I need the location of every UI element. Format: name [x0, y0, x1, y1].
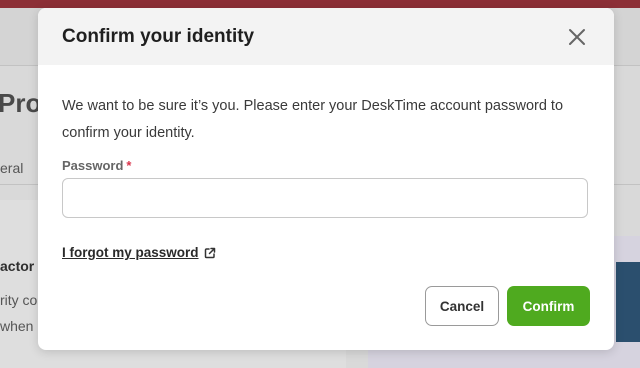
confirm-identity-dialog: Confirm your identity We want to be sure…	[38, 8, 614, 350]
tab-general: eral	[0, 160, 24, 176]
illustration-figure	[616, 262, 640, 342]
close-icon	[569, 29, 585, 45]
forgot-password-link[interactable]: I forgot my password	[62, 245, 216, 260]
app-top-bar	[0, 0, 640, 8]
forgot-password-text: I forgot my password	[62, 245, 199, 260]
dialog-title: Confirm your identity	[62, 26, 255, 47]
password-input[interactable]	[62, 178, 588, 218]
confirm-button[interactable]: Confirm	[507, 286, 590, 326]
cancel-button[interactable]: Cancel	[425, 286, 499, 326]
required-marker: *	[126, 158, 132, 173]
dialog-description: We want to be sure it’s you. Please ente…	[62, 98, 564, 141]
card-text-line-1: rity co	[0, 292, 38, 308]
close-button[interactable]	[564, 24, 590, 50]
password-label: Password *	[62, 158, 131, 173]
external-link-icon	[204, 247, 215, 258]
card-text-line-2: when	[0, 318, 34, 334]
password-label-text: Password	[62, 158, 124, 173]
dialog-header: Confirm your identity	[38, 8, 614, 65]
